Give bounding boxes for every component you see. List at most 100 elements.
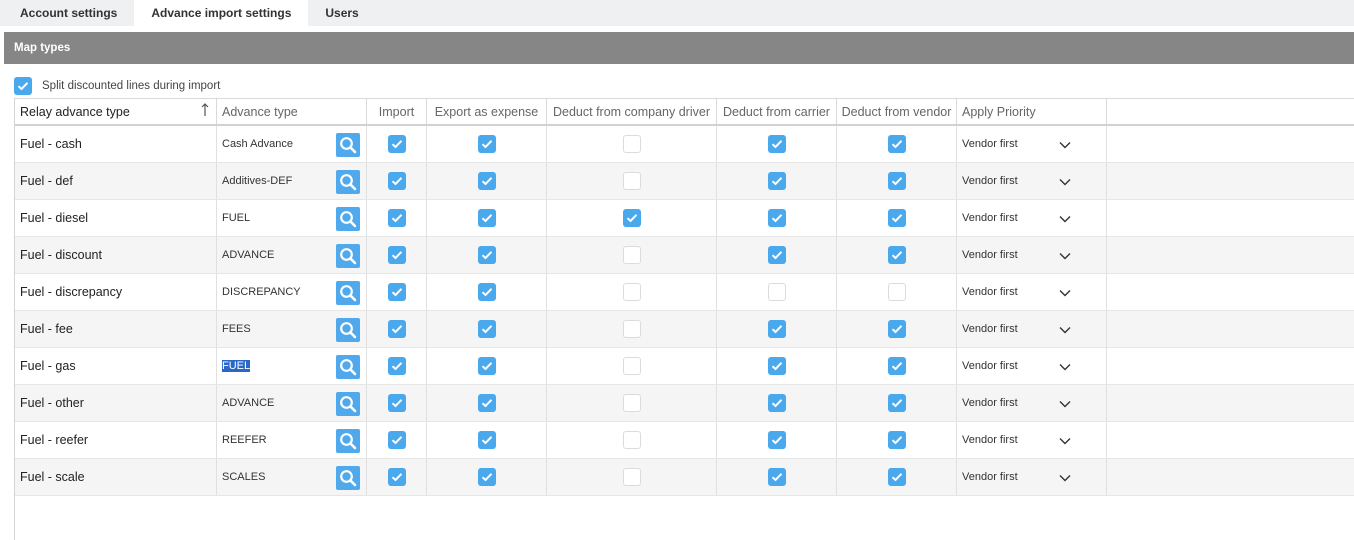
search-icon[interactable] (336, 466, 360, 490)
search-icon[interactable] (336, 429, 360, 453)
advance-type-cell[interactable]: FUEL (217, 200, 367, 236)
advance-type-value[interactable]: SCALES (222, 471, 265, 483)
import-checkbox[interactable] (387, 431, 406, 449)
search-icon[interactable] (336, 281, 360, 305)
priority-dropdown[interactable]: Vendor first (957, 163, 1107, 199)
priority-dropdown[interactable]: Vendor first (957, 459, 1107, 495)
import-checkbox[interactable] (387, 283, 406, 301)
chevron-down-icon[interactable] (1059, 138, 1071, 152)
priority-dropdown[interactable]: Vendor first (957, 311, 1107, 347)
deduct-vendor-checkbox[interactable] (887, 283, 906, 301)
chevron-down-icon[interactable] (1059, 212, 1071, 226)
tab-advance-import-settings[interactable]: Advance import settings (134, 0, 309, 26)
advance-type-cell[interactable]: ADVANCE (217, 385, 367, 421)
import-checkbox[interactable] (387, 209, 406, 227)
export-expense-checkbox[interactable] (477, 246, 496, 264)
export-expense-checkbox[interactable] (477, 172, 496, 190)
split-discounted-checkbox[interactable] (14, 77, 32, 95)
export-expense-checkbox[interactable] (477, 209, 496, 227)
column-header-relay[interactable]: Relay advance type (15, 98, 217, 124)
chevron-down-icon[interactable] (1059, 249, 1071, 263)
search-icon[interactable] (336, 318, 360, 342)
advance-type-cell[interactable]: REEFER (217, 422, 367, 458)
import-checkbox[interactable] (387, 320, 406, 338)
import-checkbox[interactable] (387, 246, 406, 264)
advance-type-value[interactable]: FUEL (222, 360, 251, 372)
chevron-down-icon[interactable] (1059, 397, 1071, 411)
deduct-vendor-checkbox[interactable] (887, 320, 906, 338)
import-checkbox[interactable] (387, 394, 406, 412)
export-expense-checkbox[interactable] (477, 394, 496, 412)
advance-type-cell[interactable]: DISCREPANCY (217, 274, 367, 310)
priority-dropdown[interactable]: Vendor first (957, 422, 1107, 458)
export-expense-checkbox[interactable] (477, 135, 496, 153)
column-header-import[interactable]: Import (367, 98, 427, 124)
chevron-down-icon[interactable] (1059, 471, 1071, 485)
search-icon[interactable] (336, 207, 360, 231)
tab-users[interactable]: Users (308, 0, 375, 26)
deduct-carrier-checkbox[interactable] (767, 283, 786, 301)
export-expense-checkbox[interactable] (477, 431, 496, 449)
chevron-down-icon[interactable] (1059, 434, 1071, 448)
deduct-driver-checkbox[interactable] (622, 320, 641, 338)
deduct-vendor-checkbox[interactable] (887, 209, 906, 227)
advance-type-value[interactable]: ADVANCE (222, 249, 274, 261)
priority-dropdown[interactable]: Vendor first (957, 200, 1107, 236)
deduct-vendor-checkbox[interactable] (887, 431, 906, 449)
deduct-vendor-checkbox[interactable] (887, 135, 906, 153)
chevron-down-icon[interactable] (1059, 323, 1071, 337)
chevron-down-icon[interactable] (1059, 175, 1071, 189)
deduct-carrier-checkbox[interactable] (767, 135, 786, 153)
deduct-carrier-checkbox[interactable] (767, 320, 786, 338)
priority-dropdown[interactable]: Vendor first (957, 348, 1107, 384)
deduct-driver-checkbox[interactable] (622, 394, 641, 412)
deduct-carrier-checkbox[interactable] (767, 357, 786, 375)
column-header-vendor[interactable]: Deduct from vendor (837, 98, 957, 124)
export-expense-checkbox[interactable] (477, 320, 496, 338)
deduct-driver-checkbox[interactable] (622, 172, 641, 190)
deduct-vendor-checkbox[interactable] (887, 246, 906, 264)
export-expense-checkbox[interactable] (477, 283, 496, 301)
deduct-carrier-checkbox[interactable] (767, 172, 786, 190)
split-discounted-option[interactable]: Split discounted lines during import (14, 77, 220, 95)
advance-type-cell[interactable]: FUEL (217, 348, 367, 384)
sort-arrow-icon[interactable] (201, 103, 209, 120)
deduct-driver-checkbox[interactable] (622, 209, 641, 227)
priority-dropdown[interactable]: Vendor first (957, 237, 1107, 273)
advance-type-cell[interactable]: ADVANCE (217, 237, 367, 273)
import-checkbox[interactable] (387, 135, 406, 153)
advance-type-value[interactable]: Cash Advance (222, 138, 293, 150)
deduct-carrier-checkbox[interactable] (767, 431, 786, 449)
export-expense-checkbox[interactable] (477, 357, 496, 375)
search-icon[interactable] (336, 355, 360, 379)
advance-type-value[interactable]: DISCREPANCY (222, 286, 301, 298)
column-header-priority[interactable]: Apply Priority (957, 98, 1107, 124)
deduct-driver-checkbox[interactable] (622, 246, 641, 264)
search-icon[interactable] (336, 392, 360, 416)
deduct-vendor-checkbox[interactable] (887, 172, 906, 190)
column-header-driver[interactable]: Deduct from company driver (547, 98, 717, 124)
advance-type-cell[interactable]: SCALES (217, 459, 367, 495)
deduct-driver-checkbox[interactable] (622, 283, 641, 301)
deduct-driver-checkbox[interactable] (622, 357, 641, 375)
advance-type-value[interactable]: ADVANCE (222, 397, 274, 409)
column-header-carrier[interactable]: Deduct from carrier (717, 98, 837, 124)
deduct-carrier-checkbox[interactable] (767, 209, 786, 227)
advance-type-cell[interactable]: Additives-DEF (217, 163, 367, 199)
export-expense-checkbox[interactable] (477, 468, 496, 486)
advance-type-value[interactable]: Additives-DEF (222, 175, 292, 187)
priority-dropdown[interactable]: Vendor first (957, 274, 1107, 310)
advance-type-value[interactable]: FEES (222, 323, 251, 335)
priority-dropdown[interactable]: Vendor first (957, 126, 1107, 162)
column-header-advance[interactable]: Advance type (217, 98, 367, 124)
deduct-driver-checkbox[interactable] (622, 135, 641, 153)
deduct-driver-checkbox[interactable] (622, 431, 641, 449)
search-icon[interactable] (336, 244, 360, 268)
deduct-driver-checkbox[interactable] (622, 468, 641, 486)
search-icon[interactable] (336, 170, 360, 194)
search-icon[interactable] (336, 133, 360, 157)
deduct-vendor-checkbox[interactable] (887, 468, 906, 486)
import-checkbox[interactable] (387, 357, 406, 375)
tab-account-settings[interactable]: Account settings (0, 0, 134, 26)
deduct-carrier-checkbox[interactable] (767, 394, 786, 412)
